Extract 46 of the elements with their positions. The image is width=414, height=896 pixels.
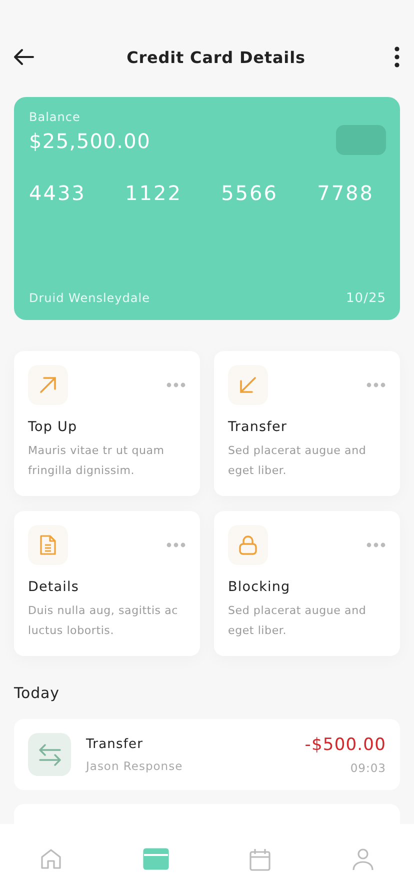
swap-arrows-icon xyxy=(36,742,62,766)
more-horizontal-icon[interactable] xyxy=(366,382,386,388)
nav-tab[interactable] xyxy=(249,848,272,872)
card-icon xyxy=(142,848,169,870)
more-horizontal-icon[interactable] xyxy=(166,382,186,388)
card-expiry: 10/25 xyxy=(346,291,386,306)
arrow-up-right-icon xyxy=(37,374,59,396)
action-title: Details xyxy=(28,579,80,595)
card-number-group: 5566 xyxy=(221,181,278,205)
transaction-title: Transfer xyxy=(86,736,144,752)
card-holder-name: Druid Wensleydale xyxy=(29,291,150,306)
balance-amount: $25,500.00 xyxy=(29,129,151,153)
more-horizontal-icon[interactable] xyxy=(166,542,186,548)
nav-tab[interactable] xyxy=(40,848,62,870)
action-description: Mauris vitae tr ut quam fringilla dignissim. xyxy=(28,443,166,479)
action-description: Duis nulla aug, sagittis ac luctus lobortis. xyxy=(28,603,180,639)
balance-label: Balance xyxy=(29,110,82,124)
arrow-down-left-icon xyxy=(237,374,259,396)
calendar-icon xyxy=(249,848,272,872)
action-description: Sed placerat augue and eget liber. xyxy=(228,443,368,479)
card-number-group: 7788 xyxy=(317,181,374,205)
nav-tab[interactable] xyxy=(142,848,169,870)
card-number-group: 1122 xyxy=(125,181,182,205)
transaction-card[interactable]: Transfer Jason Response -$500.00 09:03 xyxy=(14,719,400,790)
action-title: Transfer xyxy=(228,419,288,435)
more-button[interactable] xyxy=(394,46,400,68)
card-number-group: 4433 xyxy=(29,181,86,205)
transaction-amount: -$500.00 xyxy=(304,734,386,754)
home-icon xyxy=(40,848,62,870)
action-card[interactable]: Details Duis nulla aug, sagittis ac luctus lobortis. xyxy=(14,511,200,656)
section-title: Today xyxy=(14,684,60,702)
more-vertical-icon xyxy=(394,46,400,68)
action-title: Top Up xyxy=(28,419,78,435)
nav-tab[interactable] xyxy=(352,848,374,872)
action-description: Sed placerat augue and eget liber. xyxy=(228,603,368,639)
action-card[interactable]: Blocking Sed placerat augue and eget liber. xyxy=(214,511,400,656)
transaction-subtitle: Jason Response xyxy=(86,758,184,772)
screen-title: Credit Card Details xyxy=(126,48,306,66)
action-title: Blocking xyxy=(228,579,292,595)
document-icon xyxy=(38,534,58,556)
transaction-time: 09:03 xyxy=(350,760,386,774)
more-horizontal-icon[interactable] xyxy=(366,542,386,548)
profile-icon xyxy=(352,848,374,872)
action-card[interactable]: Top Up Mauris vitae tr ut quam fringilla dignissim. xyxy=(14,351,200,496)
lock-icon xyxy=(238,534,258,556)
action-card[interactable]: Transfer Sed placerat augue and eget liber. xyxy=(214,351,400,496)
